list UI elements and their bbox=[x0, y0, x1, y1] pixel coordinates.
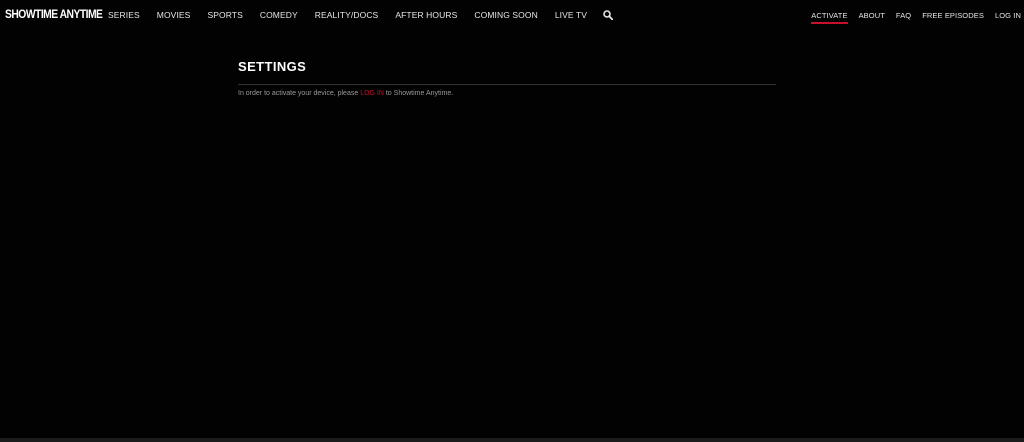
nav-series[interactable]: SERIES bbox=[108, 10, 140, 20]
nav-after-hours[interactable]: AFTER HOURS bbox=[395, 10, 457, 20]
nav-coming-soon[interactable]: COMING SOON bbox=[474, 10, 537, 20]
bottom-divider bbox=[0, 438, 1024, 442]
nav-faq[interactable]: FAQ bbox=[896, 11, 911, 20]
log-in-link[interactable]: LOG IN bbox=[360, 90, 384, 97]
activation-message: In order to activate your device, please… bbox=[238, 89, 776, 99]
main-nav: SERIES MOVIES SPORTS COMEDY REALITY/DOCS… bbox=[108, 0, 614, 30]
nav-comedy[interactable]: COMEDY bbox=[260, 10, 298, 20]
page-title: SETTINGS bbox=[238, 58, 776, 85]
top-navigation: SHOWTIME ANYTIME SERIES MOVIES SPORTS CO… bbox=[0, 0, 1024, 30]
nav-sports[interactable]: SPORTS bbox=[207, 10, 242, 20]
nav-about[interactable]: ABOUT bbox=[859, 11, 885, 20]
search-icon bbox=[603, 10, 614, 20]
message-before: In order to activate your device, please bbox=[238, 90, 361, 97]
settings-content: SETTINGS In order to activate your devic… bbox=[238, 58, 776, 106]
nav-free-episodes[interactable]: FREE EPISODES bbox=[922, 11, 984, 20]
nav-activate[interactable]: ACTIVATE bbox=[811, 11, 848, 24]
showtime-anytime-logo[interactable]: SHOWTIME ANYTIME bbox=[5, 7, 103, 21]
nav-reality-docs[interactable]: REALITY/DOCS bbox=[315, 10, 379, 20]
utility-nav: ACTIVATE ABOUT FAQ FREE EPISODES LOG IN bbox=[800, 0, 1021, 30]
message-after: to Showtime Anytime. bbox=[383, 90, 454, 97]
page: SHOWTIME ANYTIME SERIES MOVIES SPORTS CO… bbox=[0, 0, 1024, 442]
nav-live-tv[interactable]: LIVE TV bbox=[555, 10, 587, 20]
search-button[interactable] bbox=[603, 10, 614, 20]
logo-text: SHOWTIME ANYTIME bbox=[5, 7, 103, 21]
nav-log-in[interactable]: LOG IN bbox=[995, 11, 1021, 20]
nav-movies[interactable]: MOVIES bbox=[157, 10, 191, 20]
